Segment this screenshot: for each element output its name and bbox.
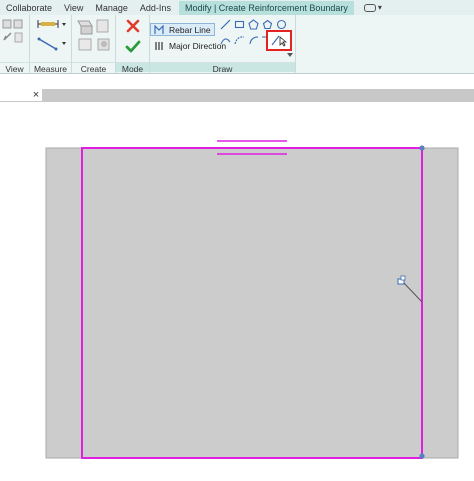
inscribed-polygon-tool-icon[interactable]: [262, 19, 273, 30]
panel-measure: Measure: [30, 15, 72, 74]
panel-draw-label: Draw: [150, 62, 295, 74]
panel-draw: Rebar Line Major Direction Draw: [150, 15, 296, 74]
rebar-line-button[interactable]: Rebar Line: [150, 23, 215, 36]
tab-add-ins[interactable]: Add-Ins: [134, 1, 177, 15]
polygon-tool-icon[interactable]: [248, 19, 259, 30]
drawing-canvas[interactable]: [0, 102, 474, 481]
panel-mode-label: Mode: [116, 62, 149, 74]
rectangle-tool-icon[interactable]: [234, 19, 245, 30]
panel-create: Create: [72, 15, 116, 74]
major-direction-button[interactable]: Major Direction: [150, 39, 226, 52]
panel-create-label: Create: [72, 62, 115, 74]
tangent-arc-tool-icon[interactable]: [248, 35, 259, 46]
start-end-arc-tool-icon[interactable]: [220, 35, 231, 46]
center-end-arc-tool-icon[interactable]: [234, 35, 245, 46]
corner-grip-bottom-right[interactable]: [419, 453, 425, 459]
canvas-svg: [45, 140, 459, 459]
corner-grip-top-right[interactable]: [419, 145, 425, 151]
view-tab-strip: ×: [0, 89, 474, 102]
draw-gallery-expand-icon[interactable]: [287, 53, 293, 58]
close-view-tab-icon[interactable]: ×: [30, 89, 42, 102]
view-tab-bar-background: [42, 89, 474, 102]
ribbon: View Measure Create Mode Rebar Line Majo…: [0, 15, 474, 74]
pick-cursor-grip: [400, 275, 406, 281]
panel-view: View: [0, 15, 30, 74]
panel-view-label: View: [0, 62, 29, 74]
revit-window: Collaborate View Manage Add-Ins Modify |…: [0, 0, 474, 481]
rebar-line-label: Rebar Line: [169, 24, 211, 35]
cancel-edit-mode-icon[interactable]: [126, 19, 140, 33]
pick-walls-icon: [271, 35, 287, 47]
rebar-line-icon: [154, 24, 164, 34]
view-tools-icon[interactable]: [2, 18, 26, 48]
tab-manage[interactable]: Manage: [89, 1, 134, 15]
circle-tool-icon[interactable]: [276, 19, 287, 30]
ribbon-display-toggle[interactable]: ▾: [363, 1, 382, 15]
major-direction-icon: [155, 41, 163, 50]
dropdown-arrow-icon: ▾: [377, 3, 382, 12]
line-tool-icon[interactable]: [220, 19, 231, 30]
finish-edit-mode-icon[interactable]: [125, 40, 141, 54]
tab-modify-create-reinforcement-boundary[interactable]: Modify | Create Reinforcement Boundary: [178, 1, 354, 15]
measure-between-icon[interactable]: [36, 18, 68, 30]
aligned-dimension-icon[interactable]: [36, 37, 68, 51]
ribbon-tab-bar: Collaborate View Manage Add-Ins Modify |…: [0, 0, 474, 15]
create-tools-icon[interactable]: [75, 17, 113, 53]
tab-view[interactable]: View: [58, 1, 89, 15]
floor-slab: [45, 147, 459, 459]
panel-mode: Mode: [116, 15, 150, 74]
pick-walls-button[interactable]: [266, 30, 292, 51]
toggle-pill-icon: [363, 4, 376, 12]
tab-collaborate[interactable]: Collaborate: [0, 1, 58, 15]
major-direction-label: Major Direction: [169, 40, 227, 51]
panel-measure-label: Measure: [30, 62, 71, 74]
